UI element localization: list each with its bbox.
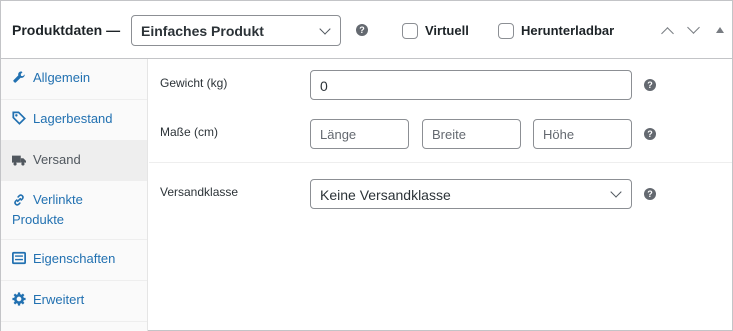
panel-title: Produktdaten — [12,22,121,38]
virtual-checkbox[interactable] [402,23,418,39]
tag-icon [12,111,26,125]
virtual-label: Virtuell [425,23,469,38]
tab-linked-products-label-line1: Verlinkte [33,192,83,207]
collapse-toggle-icon[interactable] [716,27,724,33]
product-data-tabs: Allgemein Lagerbestand Versand Verlinkte [1,59,148,331]
chevron-down-icon [319,23,331,35]
width-input[interactable]: Breite [422,119,521,149]
help-icon[interactable]: ? [356,24,368,36]
downloadable-label: Herunterladbar [521,23,615,38]
shipping-class-select[interactable]: Keine Versandklasse [310,179,632,209]
wrench-icon [13,71,25,83]
move-down-icon[interactable] [687,21,700,34]
shipping-panel: Gewicht (kg) 0 ? Maße (cm) Länge Breite … [149,59,732,331]
length-placeholder: Länge [320,127,357,142]
move-up-icon[interactable] [661,27,674,40]
tab-attributes[interactable]: Eigenschaften [1,240,147,281]
dimensions-help-icon[interactable]: ? [644,128,656,140]
weight-value: 0 [320,78,328,94]
weight-help-icon[interactable]: ? [644,79,656,91]
height-placeholder: Höhe [543,127,575,142]
width-placeholder: Breite [432,127,466,142]
product-type-select[interactable]: Einfaches Produkt [131,15,341,46]
weight-label: Gewicht (kg) [160,76,228,90]
tab-general-label: Allgemein [33,70,91,85]
tab-inventory[interactable]: Lagerbestand [1,100,147,141]
shipping-class-label: Versandklasse [160,185,239,199]
truck-icon [12,155,26,166]
list-icon [12,251,26,265]
gear-icon [12,292,26,306]
tab-shipping[interactable]: Versand [1,141,147,181]
length-input[interactable]: Länge [310,119,409,149]
shipping-class-help-icon[interactable]: ? [644,188,656,200]
weight-input[interactable]: 0 [310,70,632,100]
tab-general[interactable]: Allgemein [1,59,147,100]
tab-linked-products[interactable]: Verlinkte Produkte [1,181,147,240]
shipping-class-value: Keine Versandklasse [320,187,451,203]
tab-advanced[interactable]: Erweitert [1,281,147,322]
height-input[interactable]: Höhe [533,119,632,149]
dimensions-label: Maße (cm) [160,125,218,139]
tab-advanced-label: Erweitert [33,292,85,307]
panel-header: Produktdaten — Einfaches Produkt ? Virtu… [1,1,732,59]
chevron-down-icon [610,186,622,198]
product-type-value: Einfaches Produkt [141,23,264,39]
product-data-panel: Produktdaten — Einfaches Produkt ? Virtu… [0,0,733,331]
tab-attributes-label: Eigenschaften [33,251,116,266]
tab-shipping-label: Versand [33,152,81,167]
tab-inventory-label: Lagerbestand [33,111,113,126]
section-divider [149,162,732,163]
downloadable-checkbox[interactable] [498,23,514,39]
link-icon [14,194,24,206]
tab-linked-products-label-line2: Produkte [12,212,65,227]
